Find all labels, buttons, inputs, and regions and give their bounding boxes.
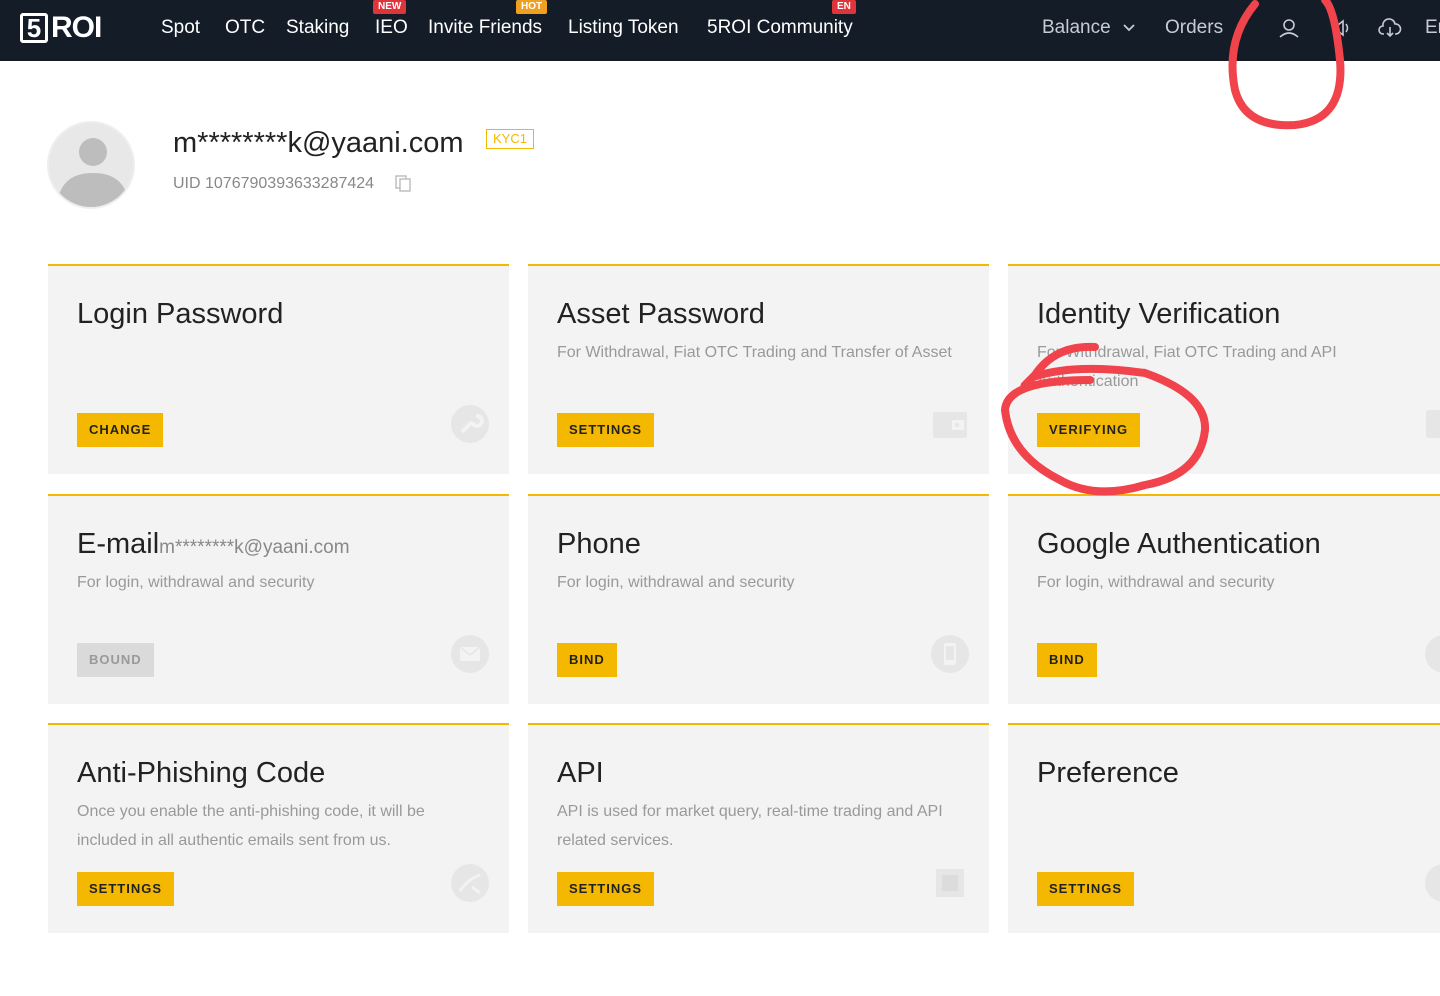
card-title: Google Authentication — [1037, 528, 1321, 560]
nav-staking[interactable]: Staking — [286, 17, 349, 39]
nav-ieo-badge: NEW — [373, 0, 407, 14]
card-description: For login, withdrawal and security — [77, 574, 315, 591]
bind-phone-button[interactable]: BIND — [557, 643, 617, 677]
card-phone: Phone For login, withdrawal and security… — [528, 494, 989, 704]
change-button[interactable]: CHANGE — [77, 413, 164, 447]
wrench-icon — [451, 405, 489, 443]
card-title: E-mailm********k@yaani.com — [77, 528, 350, 561]
wallet-icon — [933, 412, 967, 438]
id-icon — [1426, 410, 1440, 438]
card-description: API is used for market query, real-time … — [557, 803, 943, 849]
bound-email: m********k@yaani.com — [159, 537, 350, 558]
card-title: Anti-Phishing Code — [77, 757, 326, 789]
speaker-icon[interactable] — [1330, 16, 1354, 40]
card-preference: Preference SETTINGS — [1008, 723, 1440, 933]
card-anti-phishing: Anti-Phishing Code Once you enable the a… — [48, 723, 509, 933]
nav-otc[interactable]: OTC — [225, 17, 265, 39]
google-icon — [1425, 635, 1440, 673]
card-google-authentication: Google Authentication For login, withdra… — [1008, 494, 1440, 704]
kyc-badge: KYC1 — [486, 129, 534, 149]
top-navigation-bar: 5 ROI Spot OTC Staking IEO NEW Invite Fr… — [0, 0, 1440, 61]
settings-button[interactable]: SETTINGS — [557, 413, 655, 447]
nav-listing-token[interactable]: Listing Token — [568, 17, 679, 39]
copy-icon[interactable] — [394, 174, 412, 192]
logo-digit: 5 — [20, 13, 48, 43]
avatar — [47, 121, 135, 209]
card-title: Login Password — [77, 298, 284, 330]
settings-button[interactable]: SETTINGS — [77, 872, 175, 906]
balance-dropdown[interactable]: Balance — [1042, 17, 1136, 39]
account-uid: UID 1076790393633287424 — [173, 175, 375, 192]
card-email: E-mailm********k@yaani.com For login, wi… — [48, 494, 509, 704]
card-description: Once you enable the anti-phishing code, … — [77, 803, 425, 849]
mail-icon — [451, 635, 489, 673]
bind-google-button[interactable]: BIND — [1037, 643, 1097, 677]
orders-link[interactable]: Orders — [1165, 17, 1223, 39]
card-login-password: Login Password CHANGE — [48, 264, 509, 474]
cloud-download-icon[interactable] — [1378, 16, 1402, 40]
verifying-button[interactable]: VERIFYING — [1037, 413, 1141, 447]
nav-ieo[interactable]: IEO — [375, 17, 408, 39]
card-title: API — [557, 757, 604, 789]
card-title: Phone — [557, 528, 641, 560]
nav-invite-friends[interactable]: Invite Friends — [428, 17, 542, 39]
account-email: m********k@yaani.com — [173, 127, 464, 159]
nav-community-badge: EN — [832, 0, 856, 14]
bound-button: BOUND — [77, 643, 154, 677]
card-description: For login, withdrawal and security — [1037, 574, 1275, 591]
user-icon[interactable] — [1277, 16, 1301, 40]
brand-logo[interactable]: 5 ROI — [20, 11, 102, 44]
nav-invite-badge: HOT — [516, 0, 548, 14]
nav-spot[interactable]: Spot — [161, 17, 200, 39]
phone-icon — [931, 635, 969, 673]
chip-icon — [936, 869, 964, 897]
card-description: For Withdrawal, Fiat OTC Trading and Tra… — [557, 344, 952, 361]
settings-button[interactable]: SETTINGS — [1037, 872, 1135, 906]
card-title-text: E-mail — [77, 528, 160, 560]
nav-community[interactable]: 5ROI Community — [707, 17, 853, 39]
settings-icon — [1425, 864, 1440, 902]
card-description: For Withdrawal, Fiat OTC Trading and API… — [1037, 344, 1337, 390]
card-description: For login, withdrawal and security — [557, 574, 795, 591]
logo-text: ROI — [51, 11, 102, 44]
card-api: API API is used for market query, real-t… — [528, 723, 989, 933]
card-title: Asset Password — [557, 298, 765, 330]
chevron-down-icon — [1123, 24, 1135, 32]
anti-phishing-icon — [451, 864, 489, 902]
avatar-silhouette-icon — [57, 138, 129, 207]
card-identity-verification: Identity Verification For Withdrawal, Fi… — [1008, 264, 1440, 474]
balance-label: Balance — [1042, 17, 1111, 38]
card-title: Identity Verification — [1037, 298, 1281, 330]
settings-button[interactable]: SETTINGS — [557, 872, 655, 906]
card-asset-password: Asset Password For Withdrawal, Fiat OTC … — [528, 264, 989, 474]
card-title: Preference — [1037, 757, 1179, 789]
language-selector[interactable]: Er — [1425, 17, 1440, 39]
